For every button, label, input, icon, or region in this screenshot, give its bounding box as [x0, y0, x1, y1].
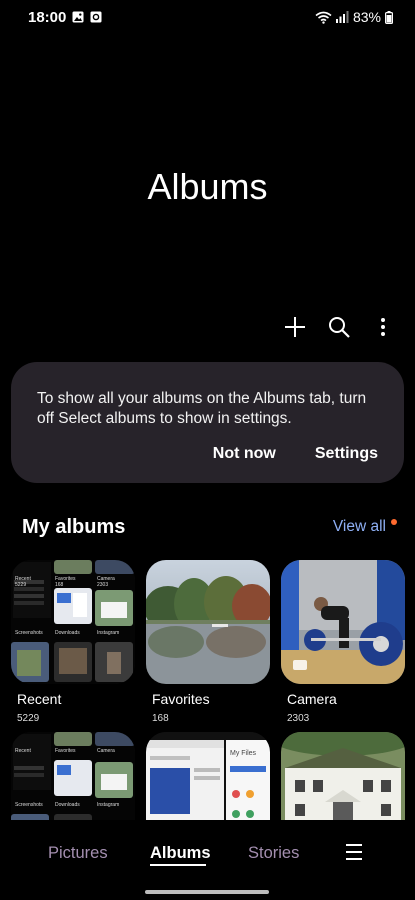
new-badge-dot [391, 519, 397, 525]
favorites-lake-image [146, 560, 270, 684]
home-indicator [145, 890, 269, 894]
tab-pictures[interactable]: Pictures [48, 844, 108, 863]
tab-albums[interactable]: Albums [150, 844, 211, 863]
more-options-button[interactable] [371, 314, 395, 340]
wifi-icon [315, 11, 332, 24]
mini-label-recent-count: 5229 [15, 582, 27, 588]
status-right: 83% [315, 9, 393, 25]
album-recent[interactable]: Recent 5229 Favorites 168 Camera 2303 Sc… [11, 560, 135, 724]
my-albums-title: My albums [22, 516, 126, 538]
albums-notice-card: To show all your albums on the Albums ta… [11, 362, 404, 483]
album-favorites[interactable]: Favorites 168 [146, 560, 270, 724]
battery-icon [385, 10, 393, 24]
menu-icon[interactable] [344, 842, 364, 862]
album-thumbnail [146, 560, 270, 684]
mini-label-downloads: Downloads [55, 630, 80, 636]
view-all-link[interactable]: View all [333, 518, 386, 536]
plus-icon [285, 317, 305, 337]
mini-label-screenshots: Screenshots [15, 630, 43, 636]
album-count: 168 [152, 713, 169, 724]
search-icon [329, 317, 350, 338]
album-name: Camera [287, 691, 337, 707]
album-camera[interactable]: Camera 2303 [281, 560, 405, 724]
album-count: 2303 [287, 713, 310, 724]
mini-label-my-files: My Files [230, 750, 257, 757]
mini-label-instagram: Instagram [97, 802, 120, 808]
album-thumbnail: Recent 5229 Favorites 168 Camera 2303 Sc… [11, 560, 135, 684]
toolbar [283, 314, 395, 340]
status-bar: 18:00 83% [0, 0, 415, 36]
album-name: Favorites [152, 691, 210, 707]
album-count: 5229 [17, 713, 40, 724]
signal-icon [335, 11, 349, 23]
bottom-navigation: Pictures Albums Stories [0, 820, 415, 900]
gallery-notification-icon [72, 11, 84, 23]
screenshot-notification-icon [90, 11, 102, 23]
album-name: Recent [17, 691, 62, 707]
page-title: Albums [147, 166, 268, 207]
settings-button[interactable]: Settings [315, 445, 378, 463]
mini-label-recent: Recent [15, 748, 31, 754]
create-album-button[interactable] [283, 314, 307, 340]
mini-label-camera-count: 2303 [97, 582, 109, 588]
notice-message: To show all your albums on the Albums ta… [37, 390, 367, 427]
search-button[interactable] [327, 314, 351, 340]
album-thumbnail [281, 560, 405, 684]
mini-label-favorites: Favorites [55, 748, 76, 754]
mini-label-camera: Camera [97, 748, 115, 754]
mini-label-instagram: Instagram [97, 630, 120, 636]
active-tab-indicator [150, 864, 206, 866]
mini-label-favorites-count: 168 [55, 582, 64, 588]
tab-stories[interactable]: Stories [248, 844, 299, 863]
mini-label-screenshots: Screenshots [15, 802, 43, 808]
status-time: 18:00 [28, 9, 67, 26]
mini-label-downloads: Downloads [55, 802, 80, 808]
not-now-button[interactable]: Not now [213, 445, 276, 463]
notice-actions: Not now Settings [213, 445, 378, 463]
more-vert-icon [381, 318, 385, 336]
camera-gym-image [281, 560, 405, 684]
battery-percent: 83% [352, 9, 381, 25]
